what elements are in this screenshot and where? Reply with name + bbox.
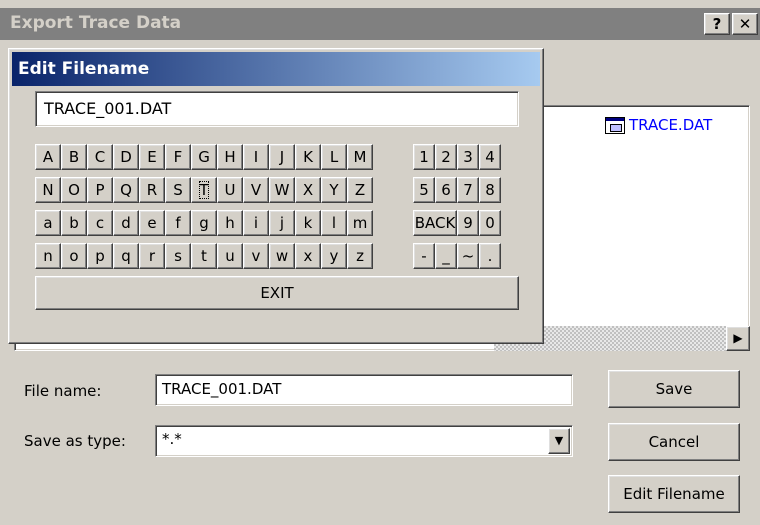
key-K[interactable]: K — [295, 144, 321, 170]
key-u[interactable]: u — [217, 243, 243, 269]
key-I[interactable]: I — [243, 144, 269, 170]
close-button[interactable]: ✕ — [732, 13, 758, 35]
key-O[interactable]: O — [61, 177, 87, 203]
key-S[interactable]: S — [165, 177, 191, 203]
key-L[interactable]: L — [321, 144, 347, 170]
key-C[interactable]: C — [87, 144, 113, 170]
key-P[interactable]: P — [87, 177, 113, 203]
key-N[interactable]: N — [35, 177, 61, 203]
cancel-button[interactable]: Cancel — [608, 423, 740, 461]
key-4[interactable]: 4 — [479, 144, 501, 170]
key-f[interactable]: f — [165, 210, 191, 236]
key-v[interactable]: v — [243, 243, 269, 269]
key-H[interactable]: H — [217, 144, 243, 170]
key-D[interactable]: D — [113, 144, 139, 170]
key-o[interactable]: o — [61, 243, 87, 269]
backspace-key[interactable]: BACK — [413, 210, 457, 236]
key-0[interactable]: 0 — [479, 210, 501, 236]
file-item[interactable]: TRACE.DAT — [605, 116, 712, 134]
key-j[interactable]: j — [269, 210, 295, 236]
help-button[interactable]: ? — [704, 13, 730, 35]
key-U[interactable]: U — [217, 177, 243, 203]
key-M[interactable]: M — [347, 144, 373, 170]
key-R[interactable]: R — [139, 177, 165, 203]
key-B[interactable]: B — [61, 144, 87, 170]
key-z[interactable]: z — [347, 243, 373, 269]
key-l[interactable]: l — [321, 210, 347, 236]
edit-filename-button[interactable]: Edit Filename — [608, 475, 740, 513]
key-w[interactable]: w — [269, 243, 295, 269]
key-6[interactable]: 6 — [435, 177, 457, 203]
key-9[interactable]: 9 — [457, 210, 479, 236]
key-W[interactable]: W — [269, 177, 295, 203]
key-T[interactable]: T — [191, 177, 217, 203]
key-Z[interactable]: Z — [347, 177, 373, 203]
key-~[interactable]: ~ — [457, 243, 479, 269]
dropdown-arrow-icon[interactable]: ▼ — [548, 428, 570, 454]
key-e[interactable]: e — [139, 210, 165, 236]
key-y[interactable]: y — [321, 243, 347, 269]
key-q[interactable]: q — [113, 243, 139, 269]
popup-filename-input[interactable]: TRACE_001.DAT — [35, 91, 519, 127]
key-F[interactable]: F — [165, 144, 191, 170]
key-i[interactable]: i — [243, 210, 269, 236]
edit-filename-popup: Edit Filename TRACE_001.DAT ABCDEFGHIJKL… — [8, 48, 544, 344]
key-s[interactable]: s — [165, 243, 191, 269]
key--[interactable]: - — [413, 243, 435, 269]
key-a[interactable]: a — [35, 210, 61, 236]
key-A[interactable]: A — [35, 144, 61, 170]
key-7[interactable]: 7 — [457, 177, 479, 203]
key-1[interactable]: 1 — [413, 144, 435, 170]
popup-title: Edit Filename — [18, 59, 150, 79]
data-file-icon — [605, 116, 625, 134]
key-.[interactable]: . — [479, 243, 501, 269]
key-X[interactable]: X — [295, 177, 321, 203]
key-x[interactable]: x — [295, 243, 321, 269]
key-V[interactable]: V — [243, 177, 269, 203]
key-_[interactable]: _ — [435, 243, 457, 269]
exit-key[interactable]: EXIT — [35, 276, 519, 310]
key-n[interactable]: n — [35, 243, 61, 269]
key-m[interactable]: m — [347, 210, 373, 236]
save-as-type-label: Save as type: — [24, 432, 126, 450]
key-b[interactable]: b — [61, 210, 87, 236]
file-item-label: TRACE.DAT — [629, 116, 713, 134]
key-h[interactable]: h — [217, 210, 243, 236]
key-p[interactable]: p — [87, 243, 113, 269]
key-G[interactable]: G — [191, 144, 217, 170]
key-k[interactable]: k — [295, 210, 321, 236]
key-Q[interactable]: Q — [113, 177, 139, 203]
filename-label: File name: — [24, 382, 102, 400]
dialog-title: Export Trace Data — [10, 13, 182, 33]
filename-input[interactable]: TRACE_001.DAT — [155, 374, 573, 406]
scroll-right-arrow-icon[interactable]: ▶ — [726, 326, 750, 351]
key-t[interactable]: t — [191, 243, 217, 269]
key-c[interactable]: c — [87, 210, 113, 236]
key-8[interactable]: 8 — [479, 177, 501, 203]
save-as-type-select[interactable]: *.* ▼ — [155, 425, 573, 457]
key-2[interactable]: 2 — [435, 144, 457, 170]
key-d[interactable]: d — [113, 210, 139, 236]
save-as-type-value: *.* — [162, 430, 182, 448]
key-E[interactable]: E — [139, 144, 165, 170]
key-5[interactable]: 5 — [413, 177, 435, 203]
key-g[interactable]: g — [191, 210, 217, 236]
key-J[interactable]: J — [269, 144, 295, 170]
save-button[interactable]: Save — [608, 370, 740, 408]
popup-titlebar: Edit Filename — [12, 52, 540, 86]
key-Y[interactable]: Y — [321, 177, 347, 203]
key-r[interactable]: r — [139, 243, 165, 269]
dialog-titlebar: Export Trace Data ? ✕ — [0, 8, 760, 40]
key-3[interactable]: 3 — [457, 144, 479, 170]
